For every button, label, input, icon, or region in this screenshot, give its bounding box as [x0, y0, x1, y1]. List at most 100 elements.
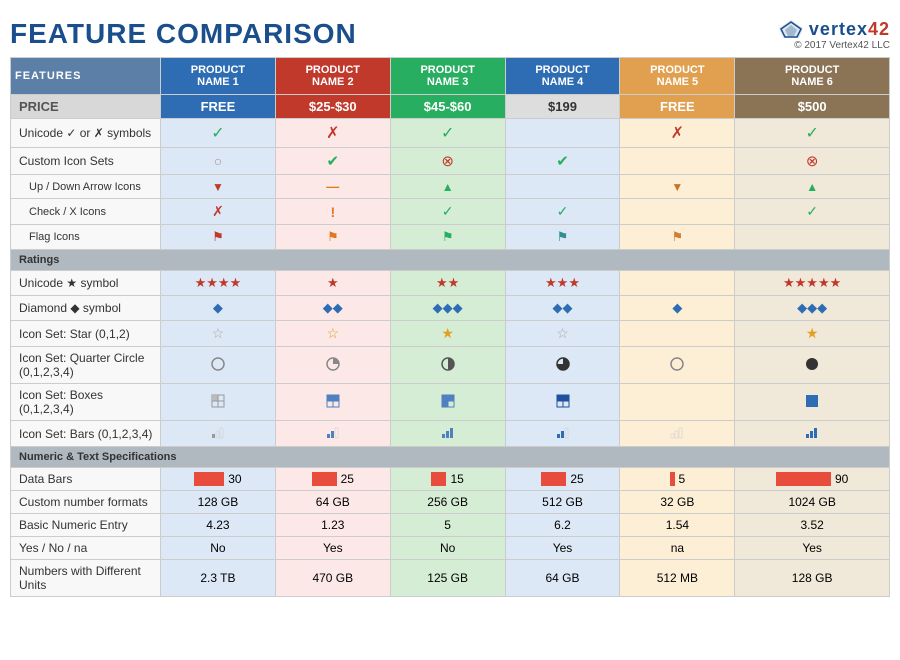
- check-x-p3: ✓: [390, 199, 505, 225]
- arrows-p2: —: [275, 175, 390, 199]
- features-column-header: FEATURES: [11, 58, 161, 95]
- iconset-star-p1: ☆: [161, 321, 276, 347]
- arrow-down-icon: ▼: [212, 180, 224, 194]
- quarter-circle-2-icon: [441, 357, 455, 371]
- cross-icon: ✗: [671, 125, 684, 142]
- diamond-blue-icon: ◆◆◆: [797, 300, 827, 315]
- check-x-p4: ✓: [505, 199, 620, 225]
- diamond-blue-icon: ◆◆: [553, 300, 573, 315]
- diamond-p4: ◆◆: [505, 296, 620, 321]
- flags-p6: [735, 225, 890, 250]
- arrows-p6: ▲: [735, 175, 890, 199]
- check-x-label: Check / X Icons: [11, 199, 161, 225]
- product-3-header: PRODUCTNAME 3: [390, 58, 505, 95]
- price-p4: $199: [505, 95, 620, 119]
- quarter-circle-0-icon: [211, 357, 225, 371]
- star-red-icon: ★★★★: [195, 275, 242, 290]
- cross-icon: ✗: [326, 125, 339, 142]
- unicode-p6: ✓: [735, 119, 890, 148]
- dash-icon: —: [326, 179, 339, 194]
- iconset-star-label: Icon Set: Star (0,1,2): [11, 321, 161, 347]
- basic-numeric-p1: 4.23: [161, 514, 276, 537]
- arrow-down-icon: ▼: [671, 180, 683, 194]
- flags-label: Flag Icons: [11, 225, 161, 250]
- check-green-icon: ✓: [557, 203, 569, 219]
- iconset-star-p5: [620, 321, 735, 347]
- check-green-icon: ✓: [806, 203, 818, 219]
- logo-icon: [777, 18, 805, 40]
- icon-sets-p1: ○: [161, 148, 276, 175]
- box-full-icon: [805, 394, 819, 408]
- iconset-boxes-label: Icon Set: Boxes (0,1,2,3,4): [11, 384, 161, 421]
- yes-no-p1: No: [161, 537, 276, 560]
- row-flags: Flag Icons ⚑ ⚑ ⚑ ⚑ ⚑: [11, 225, 890, 250]
- row-iconset-quarter: Icon Set: Quarter Circle (0,1,2,3,4): [11, 347, 890, 384]
- quarter-circle-full-icon: [805, 357, 819, 371]
- iconset-quarter-p6: [735, 347, 890, 384]
- star-red-icon: ★★: [436, 275, 459, 290]
- box-2-icon: [441, 394, 455, 408]
- iconset-bars-p6: [735, 421, 890, 447]
- iconset-boxes-p6: [735, 384, 890, 421]
- star-half-icon: ☆: [327, 325, 340, 341]
- header: FEATURE COMPARISON vertex42 © 2017 Verte…: [10, 10, 890, 57]
- unicode-p2: ✗: [275, 119, 390, 148]
- iconset-bars-p4: [505, 421, 620, 447]
- unicode-p5: ✗: [620, 119, 735, 148]
- icon-sets-p3: ⊗: [390, 148, 505, 175]
- product-header-row: FEATURES PRODUCTNAME 1 PRODUCTNAME 2 PRO…: [11, 58, 890, 95]
- bar-p6-value: 90: [835, 472, 848, 486]
- custom-number-p3: 256 GB: [390, 491, 505, 514]
- price-p5: FREE: [620, 95, 735, 119]
- iconset-boxes-p5: [620, 384, 735, 421]
- iconset-bars-p2: [275, 421, 390, 447]
- logo-text: vertex42: [809, 19, 890, 40]
- iconset-boxes-p2: [275, 384, 390, 421]
- numbers-units-p5: 512 MB: [620, 560, 735, 597]
- numbers-units-label: Numbers with Different Units: [11, 560, 161, 597]
- icon-sets-p4: ✔: [505, 148, 620, 175]
- logo-tagline: © 2017 Vertex42 LLC: [777, 40, 890, 51]
- flags-p4: ⚑: [505, 225, 620, 250]
- iconset-bars-label: Icon Set: Bars (0,1,2,3,4): [11, 421, 161, 447]
- box-3-icon: [556, 394, 570, 408]
- bars-0-icon: [670, 425, 684, 439]
- iconset-quarter-p3: [390, 347, 505, 384]
- bar-p1-value: 30: [228, 472, 241, 486]
- arrows-p1: ▼: [161, 175, 276, 199]
- bar-p2: [312, 472, 337, 486]
- iconset-quarter-p4: [505, 347, 620, 384]
- row-check-x: Check / X Icons ✗ ! ✓ ✓ ✓: [11, 199, 890, 225]
- product-1-header: PRODUCTNAME 1: [161, 58, 276, 95]
- numeric-section-label: Numeric & Text Specifications: [11, 447, 890, 468]
- unicode-p3: ✓: [390, 119, 505, 148]
- numbers-units-p3: 125 GB: [390, 560, 505, 597]
- box-1-icon: [326, 394, 340, 408]
- quarter-circle-0-icon: [670, 357, 684, 371]
- data-bars-p4: 25: [505, 468, 620, 491]
- bar-p4-value: 25: [570, 472, 583, 486]
- bars-1-icon: [211, 425, 225, 439]
- iconset-star-p6: ★: [735, 321, 890, 347]
- iconset-quarter-label: Icon Set: Quarter Circle (0,1,2,3,4): [11, 347, 161, 384]
- bar-p3-value: 15: [450, 472, 463, 486]
- bar-p3-container: 15: [397, 472, 499, 486]
- custom-number-p1: 128 GB: [161, 491, 276, 514]
- custom-number-formats-label: Custom number formats: [11, 491, 161, 514]
- data-bars-p2: 25: [275, 468, 390, 491]
- diamond-label: Diamond ◆ symbol: [11, 296, 161, 321]
- comparison-table: FEATURES PRODUCTNAME 1 PRODUCTNAME 2 PRO…: [10, 57, 890, 597]
- bars-2b-icon: [556, 425, 570, 439]
- iconset-quarter-p2: [275, 347, 390, 384]
- star-p1: ★★★★: [161, 271, 276, 296]
- star-p2: ★: [275, 271, 390, 296]
- box-empty-icon: [211, 394, 225, 408]
- yes-no-p6: Yes: [735, 537, 890, 560]
- arrows-label: Up / Down Arrow Icons: [11, 175, 161, 199]
- numbers-units-p2: 470 GB: [275, 560, 390, 597]
- flag-orange-icon: ⚑: [327, 229, 339, 244]
- bar-p1-container: 30: [167, 472, 269, 486]
- check-icon: ✓: [805, 125, 818, 142]
- ratings-section-row: Ratings: [11, 250, 890, 271]
- check-x-p2: !: [275, 199, 390, 225]
